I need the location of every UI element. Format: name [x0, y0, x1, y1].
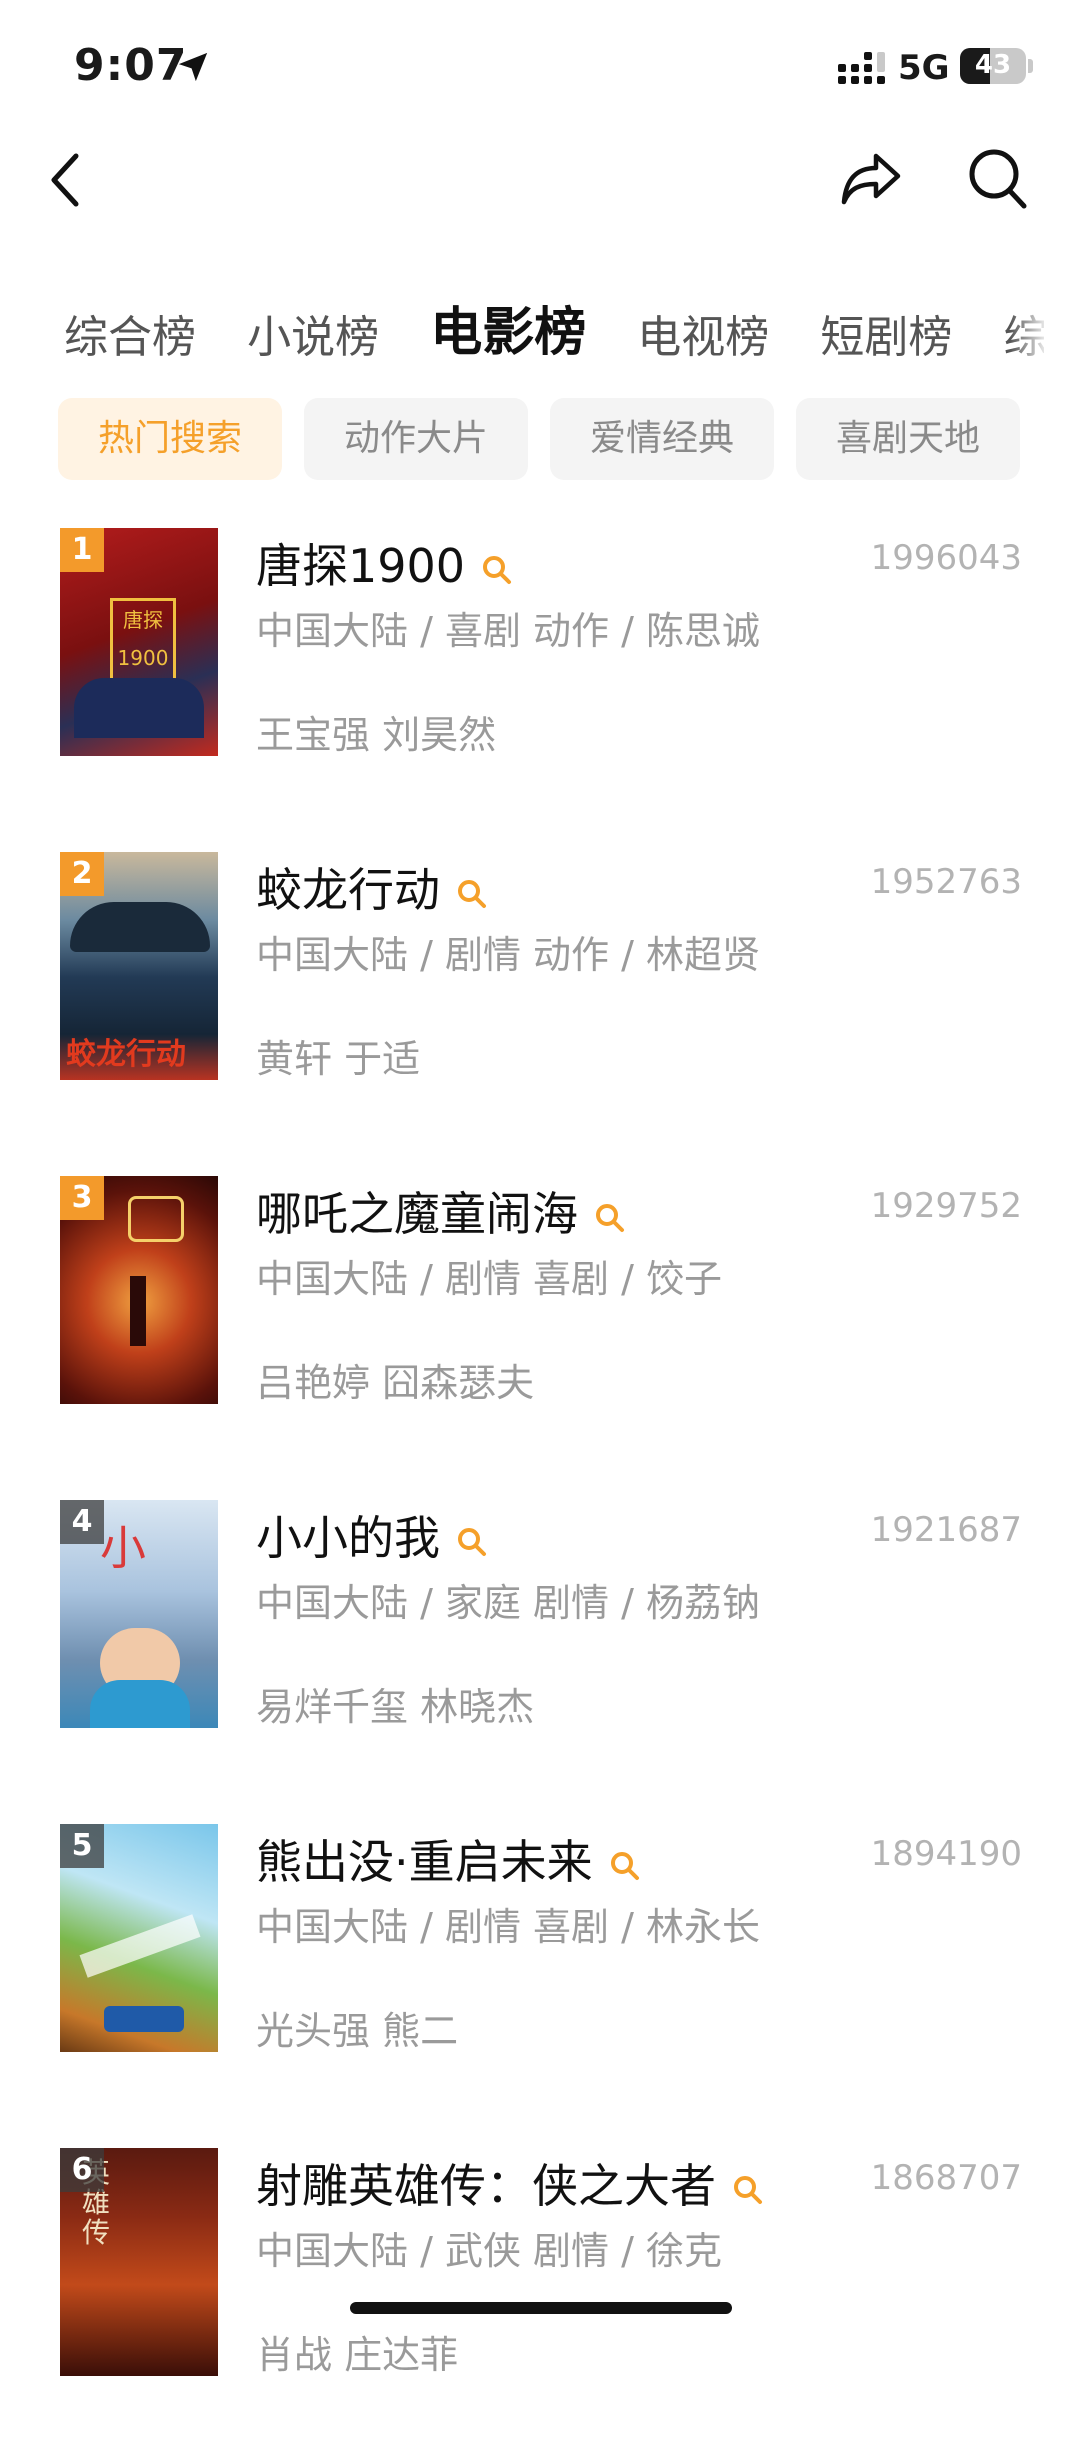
movie-title: 蛟龙行动 [256, 854, 488, 920]
movie-title: 熊出没·重启未来 [256, 1826, 641, 1892]
chip-romance[interactable]: 爱情经典 [550, 398, 774, 480]
share-button[interactable] [838, 148, 904, 210]
poster-image: 5 [60, 1824, 218, 2052]
rank-badge: 3 [60, 1176, 104, 1220]
battery-level: 43 [974, 50, 1012, 80]
list-item[interactable]: 英雄传 6 射雕英雄传：侠之大者 1868707 中国大陆 / 武侠 剧情 / … [0, 2148, 1080, 2448]
movie-meta: 中国大陆 / 剧情 喜剧 / 林永长 [256, 1905, 761, 1949]
chip-action[interactable]: 动作大片 [304, 398, 528, 480]
search-count: 1868707 [870, 2158, 1022, 2198]
movie-meta: 中国大陆 / 剧情 喜剧 / 饺子 [256, 1257, 723, 1301]
status-time: 9:07 [74, 40, 188, 91]
rank-badge: 6 [60, 2148, 104, 2192]
movie-cast: 吕艳婷 囧森瑟夫 [256, 1361, 535, 1405]
location-arrow-icon [178, 52, 208, 82]
movie-title: 唐探1900 [256, 530, 513, 596]
network-type: 5G [898, 48, 950, 88]
rank-badge: 1 [60, 528, 104, 572]
tab-tv[interactable]: 电视榜 [637, 301, 769, 360]
poster-image: 蛟龙行动 2 [60, 852, 218, 1080]
list-item[interactable]: 小 4 小小的我 1921687 中国大陆 / 家庭 剧情 / 杨荔钠 易烊千玺… [0, 1500, 1080, 1800]
back-button[interactable] [40, 150, 90, 210]
battery-icon: 43 [960, 48, 1026, 84]
movie-meta: 中国大陆 / 家庭 剧情 / 杨荔钠 [256, 1581, 761, 1625]
movie-cast: 肖战 庄达菲 [256, 2333, 459, 2377]
movie-cast: 黄轩 于适 [256, 1037, 421, 1081]
chip-comedy[interactable]: 喜剧天地 [796, 398, 1020, 480]
rank-badge: 5 [60, 1824, 104, 1868]
search-icon [458, 1527, 486, 1556]
movie-title: 射雕英雄传：侠之大者 [256, 2150, 764, 2216]
tab-movie[interactable]: 电影榜 [430, 290, 586, 360]
search-button[interactable] [966, 146, 1030, 212]
tab-overall[interactable]: 综合榜 [64, 301, 196, 360]
status-bar: 9:07 5G 43 [0, 0, 1080, 130]
search-count: 1929752 [870, 1186, 1022, 1226]
tab-novel[interactable]: 小说榜 [247, 301, 379, 360]
search-icon [734, 2175, 762, 2204]
tab-short-drama[interactable]: 短剧榜 [820, 301, 952, 360]
list-item[interactable]: 蛟龙行动 2 蛟龙行动 1952763 中国大陆 / 剧情 动作 / 林超贤 黄… [0, 852, 1080, 1152]
list-item[interactable]: 3 哪吒之魔童闹海 1929752 中国大陆 / 剧情 喜剧 / 饺子 吕艳婷 … [0, 1176, 1080, 1476]
movie-cast: 王宝强 刘昊然 [256, 713, 497, 757]
movie-meta: 中国大陆 / 剧情 动作 / 林超贤 [256, 933, 761, 977]
poster-image: 小 4 [60, 1500, 218, 1728]
cellular-signal-icon [838, 52, 885, 84]
tabs-fade [1010, 290, 1050, 360]
movie-cast: 光头强 熊二 [256, 2009, 459, 2053]
movie-cast: 易烊千玺 林晓杰 [256, 1685, 535, 1729]
poster-image: 英雄传 6 [60, 2148, 218, 2376]
movie-title: 哪吒之魔童闹海 [256, 1178, 626, 1244]
search-count: 1996043 [870, 538, 1022, 578]
list-item[interactable]: 唐探 1900 1 唐探1900 1996043 中国大陆 / 喜剧 动作 / 陈… [0, 528, 1080, 828]
search-count: 1921687 [870, 1510, 1022, 1550]
list-item[interactable]: 5 熊出没·重启未来 1894190 中国大陆 / 剧情 喜剧 / 林永长 光头… [0, 1824, 1080, 2124]
home-indicator [350, 2302, 732, 2314]
chip-hot-search[interactable]: 热门搜索 [58, 398, 282, 480]
rank-badge: 2 [60, 852, 104, 896]
rank-badge: 4 [60, 1500, 104, 1544]
ranking-tabs: 综合榜 小说榜 电影榜 电视榜 短剧榜 综 [64, 290, 1044, 360]
movie-meta: 中国大陆 / 喜剧 动作 / 陈思诚 [256, 609, 761, 653]
poster-image: 唐探 1900 1 [60, 528, 218, 756]
poster-image: 3 [60, 1176, 218, 1404]
search-count: 1952763 [870, 862, 1022, 902]
search-icon [483, 555, 512, 584]
movie-meta: 中国大陆 / 武侠 剧情 / 徐克 [256, 2229, 723, 2273]
search-count: 1894190 [870, 1834, 1022, 1874]
search-icon [458, 879, 486, 908]
search-icon [596, 1203, 624, 1232]
battery-tip [1028, 59, 1033, 73]
search-icon [610, 1851, 639, 1880]
movie-title: 小小的我 [256, 1502, 488, 1568]
